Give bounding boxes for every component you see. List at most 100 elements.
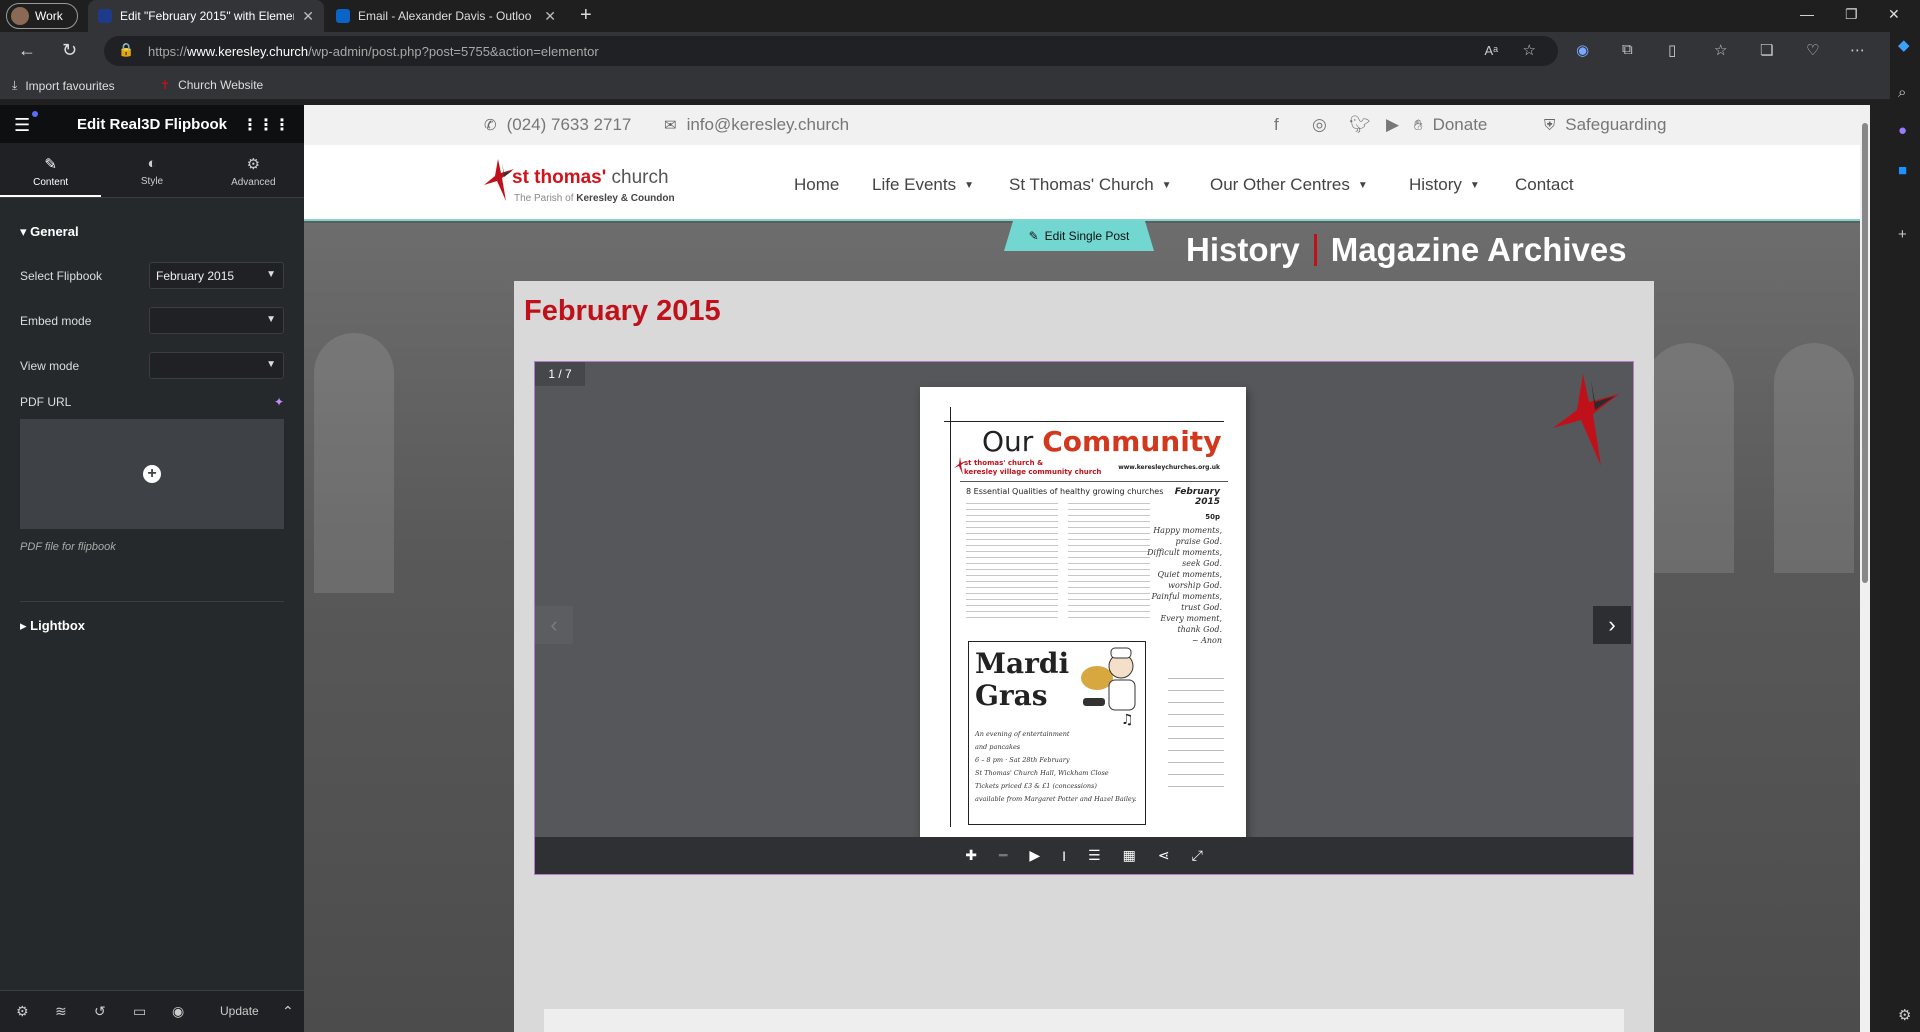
password-icon[interactable]: ◉ <box>1576 41 1589 59</box>
settings-icon[interactable]: ⚙ <box>1898 1006 1911 1024</box>
toc-row <box>1168 667 1224 679</box>
favorite-star-icon[interactable]: ☆ <box>1523 41 1536 59</box>
magazine-website: www.keresleychurches.org.uk <box>1118 464 1220 471</box>
history-icon[interactable]: ↺ <box>94 1003 106 1020</box>
profile-button[interactable]: Work <box>6 3 78 29</box>
pencil-icon: ✎ <box>1028 229 1039 243</box>
play-icon[interactable]: ▶ <box>1029 847 1040 864</box>
address-bar[interactable]: 🔒 https://www.keresley.church/wp-admin/p… <box>104 36 1558 66</box>
twitter-icon[interactable]: 🐦︎ <box>1349 115 1371 135</box>
performance-icon[interactable]: ♡ <box>1806 41 1819 59</box>
close-window-icon[interactable]: ✕ <box>1888 6 1900 23</box>
preview-scrollbar[interactable] <box>1860 105 1870 1032</box>
text-select-icon[interactable]: I <box>1062 848 1066 864</box>
tab-outlook[interactable]: Email - Alexander Davis - Outloo ✕ <box>326 0 566 32</box>
split-screen-icon[interactable]: ▯ <box>1668 41 1676 59</box>
new-tab-button[interactable]: + <box>580 4 592 27</box>
post-title: February 2015 <box>524 295 721 327</box>
close-icon[interactable]: ✕ <box>302 8 314 25</box>
nav-st-thomas-church[interactable]: St Thomas' Church ▼ <box>1009 175 1172 195</box>
safeguarding-link[interactable]: ⛨ Safeguarding <box>1544 115 1666 135</box>
thumbnails-icon[interactable]: ▦ <box>1123 847 1136 864</box>
tab-elementor[interactable]: Edit "February 2015" with Elemen ✕ <box>88 0 324 32</box>
share-icon[interactable]: ⋖ <box>1158 847 1170 864</box>
copilot-app-icon[interactable]: ● <box>1898 122 1907 139</box>
next-page-button[interactable]: › <box>1593 606 1631 644</box>
minimize-icon[interactable]: — <box>1800 6 1814 22</box>
zoom-out-icon[interactable]: ━ <box>999 847 1007 864</box>
nav-home[interactable]: Home <box>794 175 839 195</box>
favorites-icon[interactable]: ☆ <box>1714 41 1727 59</box>
wordpress-icon <box>98 9 112 23</box>
nav-label: Home <box>794 175 840 194</box>
zoom-in-icon[interactable]: ✚ <box>965 847 977 864</box>
facebook-icon[interactable]: f <box>1274 115 1279 135</box>
add-app-icon[interactable]: + <box>1898 226 1907 243</box>
edit-single-post-button[interactable]: ✎ Edit Single Post <box>1004 221 1154 251</box>
instagram-icon[interactable]: ◎ <box>1312 115 1327 135</box>
select-flipbook-dropdown[interactable]: February 2015 ▼ <box>149 262 284 289</box>
nav-history[interactable]: History ▼ <box>1409 175 1480 195</box>
fullscreen-icon[interactable]: ⤢ <box>1192 847 1203 864</box>
section-general[interactable]: ▾ General <box>20 198 284 240</box>
contents-list <box>1168 667 1224 837</box>
bookmark-import[interactable]: ⤓ Import favourites <box>12 78 115 93</box>
nav-other-centres[interactable]: Our Other Centres ▼ <box>1210 175 1368 195</box>
outlook-icon[interactable]: ■ <box>1898 162 1907 179</box>
more-menu-icon[interactable]: ⋯ <box>1850 41 1865 59</box>
phone-link[interactable]: ✆ (024) 7633 2717 <box>484 115 631 135</box>
responsive-icon[interactable]: ▭ <box>133 1003 146 1020</box>
collections-icon[interactable]: ❏ <box>1760 41 1773 59</box>
archive-heading: History Magazine Archives <box>1186 231 1627 269</box>
scrollbar-thumb[interactable] <box>1862 123 1868 583</box>
logo-church-text: church <box>611 167 669 188</box>
church-cross-logo-icon <box>484 159 514 201</box>
back-icon[interactable]: ← <box>18 40 36 61</box>
nav-life-events[interactable]: Life Events ▼ <box>872 175 974 195</box>
youtube-icon[interactable]: ▶ <box>1386 115 1399 135</box>
extensions-icon[interactable]: ⧉ <box>1622 41 1633 58</box>
nav-contact[interactable]: Contact <box>1515 175 1574 195</box>
toc-row <box>1168 763 1224 775</box>
control-embed-mode: Embed mode ▼ <box>20 307 284 334</box>
navigator-layers-icon[interactable]: ≋ <box>55 1003 67 1020</box>
donate-link[interactable]: ✋︎ Donate <box>1414 115 1487 135</box>
table-of-contents-icon[interactable]: ☰ <box>1088 847 1101 864</box>
copilot-icon[interactable]: ◆ <box>1898 36 1910 54</box>
prev-page-button[interactable]: ‹ <box>535 606 573 644</box>
embed-mode-dropdown[interactable]: ▼ <box>149 307 284 334</box>
chevron-up-icon[interactable]: ⌃ <box>282 1003 294 1020</box>
tab-advanced[interactable]: ⚙ Advanced <box>203 143 304 197</box>
tab-style[interactable]: ◐ Style <box>101 143 202 197</box>
logo-name-text: st thomas' <box>512 167 607 188</box>
restore-icon[interactable]: ❐ <box>1845 6 1858 23</box>
preview-eye-icon[interactable]: ◉ <box>172 1003 184 1020</box>
widgets-grid-icon[interactable]: ⋮⋮⋮ <box>242 115 290 135</box>
ai-sparkle-icon[interactable]: ✦ <box>274 395 284 409</box>
toc-row <box>1168 679 1224 691</box>
section-lightbox[interactable]: ▸ Lightbox <box>20 602 284 634</box>
panel-header: ☰ Edit Real3D Flipbook ⋮⋮⋮ <box>0 105 304 143</box>
flipbook-viewer[interactable]: 1 / 7 ‹ › Our Community st thomas' churc… <box>534 361 1634 875</box>
chevron-down-icon: ▼ <box>266 359 276 370</box>
chevron-down-icon: ▼ <box>266 269 276 280</box>
control-pdf-url: PDF URL ✦ <box>20 395 284 409</box>
poem-line: Quiet moments, <box>1157 570 1223 579</box>
close-icon[interactable]: ✕ <box>544 8 556 25</box>
settings-icon[interactable]: ⚙ <box>16 1003 29 1020</box>
email-address: info@keresley.church <box>686 115 850 134</box>
logo-parish: The Parish of Keresley & Coundon <box>514 193 675 204</box>
hamburger-icon[interactable]: ☰ <box>14 115 30 136</box>
read-aloud-icon[interactable]: Aᵃ <box>1484 43 1498 58</box>
tab-title: Edit "February 2015" with Elemen <box>120 9 295 23</box>
refresh-icon[interactable]: ↻ <box>62 40 77 61</box>
bookmark-label: Church Website <box>178 78 264 92</box>
search-icon[interactable]: ⌕ <box>1898 84 1906 101</box>
add-media-icon[interactable]: + <box>143 465 161 483</box>
update-button[interactable]: Update <box>220 1004 259 1018</box>
email-link[interactable]: ✉ info@keresley.church <box>664 115 849 135</box>
tab-content[interactable]: ✎ Content <box>0 143 102 197</box>
view-mode-dropdown[interactable]: ▼ <box>149 352 284 379</box>
bookmark-church-website[interactable]: ✝ Church Website <box>160 78 263 92</box>
pdf-media-picker[interactable]: + <box>20 419 284 529</box>
